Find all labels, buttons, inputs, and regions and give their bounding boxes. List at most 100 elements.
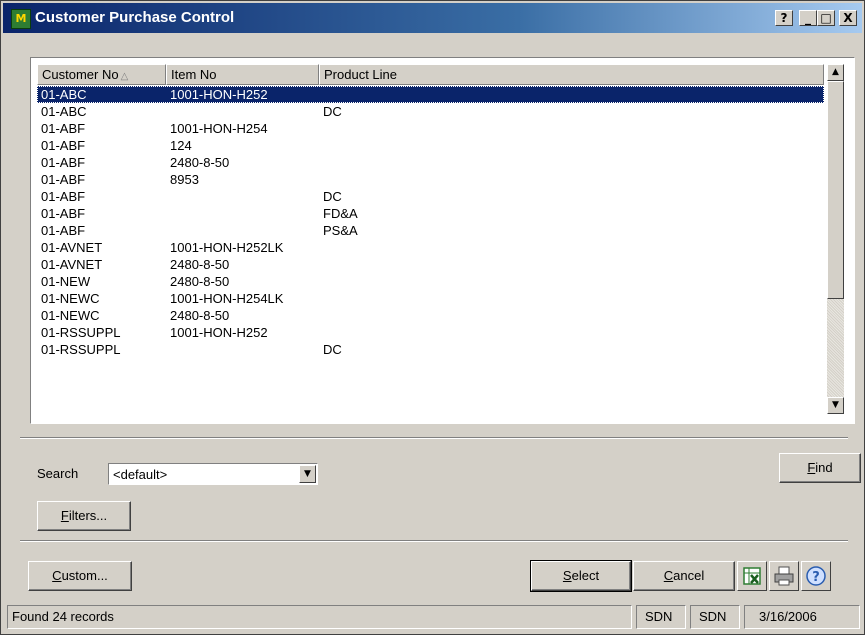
cell-product-line: FD&A (323, 206, 358, 221)
column-header-product-line[interactable]: Product Line (319, 64, 824, 85)
help-icon: ? (806, 566, 826, 586)
list-header: Customer No △ Item No Product Line (37, 64, 824, 85)
cell-customer-no: 01-NEWC (41, 308, 100, 323)
search-select-value: <default> (113, 467, 168, 482)
table-row[interactable]: 01-ABF 124 (37, 137, 824, 154)
list-panel: Customer No △ Item No Product Line 01-ABC… (30, 57, 855, 424)
find-label: ind (815, 460, 833, 475)
find-button[interactable]: Find (779, 453, 861, 483)
custom-button[interactable]: Custom... (28, 561, 132, 591)
vertical-scrollbar[interactable]: ▲ ▼ (827, 64, 844, 414)
filters-label: ilters... (68, 508, 108, 523)
export-excel-button[interactable] (737, 561, 767, 591)
help-title-button[interactable]: ? (775, 10, 793, 26)
table-row[interactable]: 01-NEW 2480-8-50 (37, 273, 824, 290)
table-row[interactable]: 01-ABF FD&A (37, 205, 824, 222)
table-row[interactable]: 01-AVNET 2480-8-50 (37, 256, 824, 273)
cell-customer-no: 01-ABF (41, 223, 86, 238)
cell-customer-no: 01-NEWC (41, 291, 100, 306)
print-button[interactable] (769, 561, 799, 591)
table-row[interactable]: 01-ABF DC (37, 188, 824, 205)
cell-customer-no: 01-RSSUPPL (41, 342, 121, 357)
table-row[interactable]: 01-ABF PS&A (37, 222, 824, 239)
custom-accel: C (52, 568, 62, 583)
cell-item-no: 124 (170, 138, 192, 153)
table-row[interactable]: 01-NEWC 1001-HON-H254LK (37, 290, 824, 307)
cancel-button[interactable]: Cancel (633, 561, 735, 591)
cell-item-no: 1001-HON-H254LK (170, 291, 284, 306)
cell-customer-no: 01-ABF (41, 121, 86, 136)
select-button[interactable]: Select (530, 560, 632, 592)
status-bar: Found 24 records SDN SDN 3/16/2006 (7, 605, 860, 631)
cell-product-line: DC (323, 342, 342, 357)
table-row[interactable]: 01-ABF 2480-8-50 (37, 154, 824, 171)
printer-icon (774, 566, 794, 586)
customer-purchase-control-window: M Customer Purchase Control ? _ □ X Cust… (0, 0, 865, 635)
search-select[interactable]: <default> ▼ (108, 463, 318, 485)
status-records: Found 24 records (7, 605, 632, 629)
records-list[interactable]: Customer No △ Item No Product Line 01-ABC… (37, 64, 824, 413)
svg-text:?: ? (812, 570, 820, 585)
cell-product-line: DC (323, 104, 342, 119)
cell-customer-no: 01-NEW (41, 274, 91, 289)
scroll-down-icon[interactable]: ▼ (827, 397, 844, 414)
window-title: Customer Purchase Control (35, 9, 235, 26)
cell-item-no: 1001-HON-H254 (170, 121, 268, 136)
cell-customer-no: 01-ABF (41, 138, 86, 153)
filters-accel: F (60, 508, 69, 523)
cell-customer-no: 01-ABC (41, 104, 87, 119)
cell-customer-no: 01-RSSUPPL (41, 325, 121, 340)
cell-customer-no: 01-ABF (41, 172, 86, 187)
maximize-button[interactable]: □ (817, 10, 835, 26)
app-icon: M (11, 9, 31, 29)
title-bar[interactable]: M Customer Purchase Control ? _ □ X (3, 3, 862, 33)
cell-item-no: 2480-8-50 (170, 257, 230, 272)
custom-label: ustom... (61, 568, 108, 583)
cell-item-no: 1001-HON-H252 (170, 87, 268, 102)
cell-customer-no: 01-AVNET (41, 257, 103, 272)
select-label: elect (571, 568, 600, 583)
cell-customer-no: 01-ABF (41, 155, 86, 170)
cell-customer-no: 01-ABF (41, 206, 86, 221)
cancel-label: ancel (673, 568, 705, 583)
filters-button[interactable]: Filters... (37, 501, 131, 531)
table-row[interactable]: 01-RSSUPPL 1001-HON-H252 (37, 324, 824, 341)
cell-item-no: 2480-8-50 (170, 308, 230, 323)
status-date: 3/16/2006 (744, 605, 860, 629)
status-company-1: SDN (636, 605, 686, 629)
divider-2 (20, 540, 848, 542)
scroll-thumb[interactable] (827, 81, 844, 299)
column-header-customer-no[interactable]: Customer No △ (37, 64, 166, 85)
cell-product-line: PS&A (323, 223, 358, 238)
table-row[interactable]: 01-ABC 1001-HON-H252 (37, 86, 824, 103)
sort-ascending-icon: △ (120, 71, 129, 82)
scroll-up-icon[interactable]: ▲ (827, 64, 844, 81)
close-button[interactable]: X (839, 10, 857, 26)
table-row[interactable]: 01-AVNET 1001-HON-H252LK (37, 239, 824, 256)
table-row[interactable]: 01-ABF 1001-HON-H254 (37, 120, 824, 137)
select-accel: S (562, 568, 572, 583)
cell-item-no: 2480-8-50 (170, 155, 230, 170)
cell-item-no: 1001-HON-H252 (170, 325, 268, 340)
column-header-item-no[interactable]: Item No (166, 64, 319, 85)
table-row[interactable]: 01-ABF 8953 (37, 171, 824, 188)
chevron-down-icon[interactable]: ▼ (299, 465, 316, 483)
minimize-button[interactable]: _ (799, 10, 817, 26)
cell-customer-no: 01-ABF (41, 189, 86, 204)
cell-customer-no: 01-ABC (41, 87, 87, 102)
cell-item-no: 2480-8-50 (170, 274, 230, 289)
help-button[interactable]: ? (801, 561, 831, 591)
cancel-accel: C (663, 568, 674, 583)
status-company-2: SDN (690, 605, 740, 629)
divider (20, 437, 848, 439)
table-row[interactable]: 01-NEWC 2480-8-50 (37, 307, 824, 324)
cell-item-no: 8953 (170, 172, 199, 187)
table-row[interactable]: 01-RSSUPPL DC (37, 341, 824, 358)
cell-item-no: 1001-HON-H252LK (170, 240, 284, 255)
table-row[interactable]: 01-ABC DC (37, 103, 824, 120)
search-label: Search (37, 466, 79, 481)
excel-icon (743, 567, 761, 585)
cell-product-line: DC (323, 189, 342, 204)
column-label-customer-no: Customer No (42, 67, 119, 82)
cell-customer-no: 01-AVNET (41, 240, 103, 255)
